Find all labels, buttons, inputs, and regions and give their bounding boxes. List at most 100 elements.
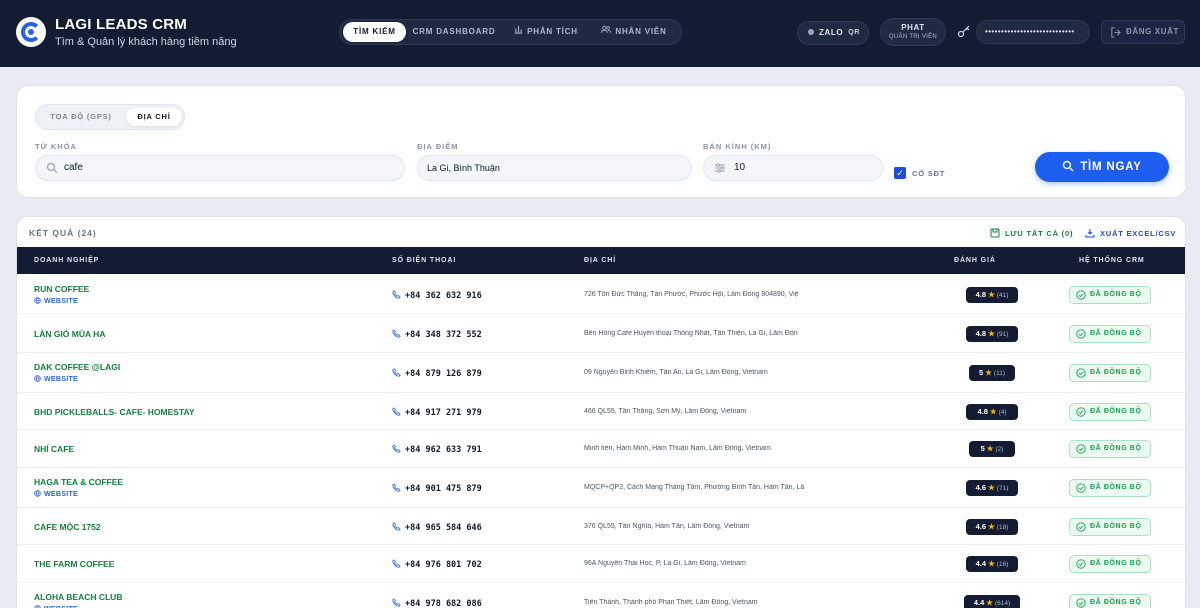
business-name[interactable]: RUN COFFEE — [34, 284, 89, 294]
crm-sync-badge[interactable]: ĐÃ ĐỒNG BỘ — [1069, 286, 1151, 304]
phone-number[interactable]: +84 901 475 879 — [392, 483, 482, 494]
logout-button[interactable]: ĐĂNG XUẤT — [1101, 20, 1185, 44]
business-name[interactable]: THE FARM COFFEE — [34, 559, 114, 569]
crm-sync-badge[interactable]: ĐÃ ĐỒNG BỘ — [1069, 403, 1151, 421]
phone-icon — [392, 290, 401, 299]
address-text: 726 Tôn Đức Thắng, Tân Phước, Phước Hội,… — [584, 291, 799, 298]
rating-badge: 4.8 ★ (41) — [966, 287, 1018, 303]
search-now-button[interactable]: TÌM NGAY — [1035, 152, 1169, 182]
phone-number[interactable]: +84 879 126 879 — [392, 368, 482, 379]
crm-sync-badge[interactable]: ĐÃ ĐỒNG BỘ — [1069, 325, 1151, 343]
rating-badge: 5 ★ (2) — [969, 441, 1015, 457]
col-address[interactable]: ĐỊA CHỈ — [584, 257, 616, 264]
mode-address[interactable]: ĐỊA CHỈ — [126, 108, 182, 126]
phone-icon — [392, 444, 401, 453]
results-panel: KẾT QUẢ (24) LƯU TẤT CẢ (0) XUẤT EXCEL/C… — [16, 216, 1186, 608]
crm-sync-badge[interactable]: ĐÃ ĐỒNG BỘ — [1069, 594, 1151, 608]
top-header: LAGI LEADS CRM Tìm & Quản lý khách hàng … — [0, 0, 1200, 67]
address-text: 96A Nguyễn Thái Học, P, La Gi, Lâm Đồng,… — [584, 560, 746, 567]
qr-label[interactable]: QR — [848, 22, 860, 44]
website-link[interactable]: WEBSITE — [34, 297, 78, 305]
col-rating[interactable]: ĐÁNH GIÁ — [954, 257, 996, 264]
crm-sync-badge[interactable]: ĐÃ ĐỒNG BỘ — [1069, 364, 1151, 382]
download-icon — [1085, 229, 1095, 238]
business-name[interactable]: CAFE MỘC 1752 — [34, 522, 101, 532]
star-icon: ★ — [986, 444, 994, 453]
mode-gps[interactable]: TỌA ĐỘ (GPS) — [40, 108, 122, 126]
tab-search[interactable]: TÌM KIẾM — [343, 22, 406, 42]
rating-badge: 4.8 ★ (91) — [966, 326, 1018, 342]
business-name[interactable]: NHÍ CAFE — [34, 444, 74, 454]
password-field[interactable]: •••••••••••••••••••••••••••• — [976, 20, 1090, 44]
check-circle-icon — [1076, 368, 1086, 378]
phone-number[interactable]: +84 962 633 791 — [392, 444, 482, 455]
status-dot — [808, 29, 814, 35]
user-menu[interactable]: PHAT QUẢN TRỊ VIÊN — [880, 18, 946, 46]
phone-icon — [392, 407, 401, 416]
users-icon — [601, 25, 612, 33]
table-row[interactable]: LÀN GIÓ MÙA HẠ +84 348 372 552 Bên Hông Ca… — [17, 314, 1185, 353]
radius-input[interactable]: 10 — [703, 155, 883, 181]
check-circle-icon — [1076, 559, 1086, 569]
rating-badge: 4.4 ★ (16) — [966, 556, 1018, 572]
phone-number[interactable]: +84 965 584 646 — [392, 522, 482, 533]
results-title: KẾT QUẢ (24) — [29, 228, 97, 238]
business-name[interactable]: BHD PICKLEBALLS- CAFE- HOMESTAY — [34, 407, 195, 417]
table-row[interactable]: CAFE MỘC 1752 +84 965 584 646 376 QL55, Tâ… — [17, 508, 1185, 545]
phone-number[interactable]: +84 976 801 702 — [392, 559, 482, 570]
check-circle-icon — [1076, 407, 1086, 417]
address-text: Bên Hông Cafe Huyền thoại Thống Nhất, Tâ… — [584, 330, 798, 337]
crm-sync-badge[interactable]: ĐÃ ĐỒNG BỘ — [1069, 440, 1151, 458]
tab-analytics[interactable]: PHÂN TÍCH — [508, 22, 584, 42]
table-row[interactable]: BHD PICKLEBALLS- CAFE- HOMESTAY +84 917 2… — [17, 393, 1185, 430]
save-icon — [990, 228, 1000, 238]
crm-sync-badge[interactable]: ĐÃ ĐỒNG BỘ — [1069, 518, 1151, 536]
search-panel: TỌA ĐỘ (GPS) ĐỊA CHỈ TỪ KHÓA ĐỊA ĐIỂM BÁ… — [16, 85, 1186, 198]
phone-icon — [392, 368, 401, 377]
rating-badge: 4.6 ★ (18) — [966, 519, 1018, 535]
business-name[interactable]: DAK COFFEE @LAGI — [34, 362, 120, 372]
col-crm[interactable]: HỆ THỐNG CRM — [1079, 257, 1145, 264]
table-row[interactable]: DAK COFFEE @LAGI WEBSITE +84 879 126 879 09… — [17, 353, 1185, 393]
crm-sync-badge[interactable]: ĐÃ ĐỒNG BỘ — [1069, 479, 1151, 497]
tab-crm-dashboard[interactable]: CRM DASHBOARD — [410, 22, 498, 42]
star-icon: ★ — [988, 559, 995, 568]
tab-staff[interactable]: NHÂN VIÊN — [594, 22, 674, 42]
table-row[interactable]: RUN COFFEE WEBSITE +84 362 632 916 726 Tôn … — [17, 275, 1185, 314]
phone-number[interactable]: +84 362 632 916 — [392, 290, 482, 301]
phone-number[interactable]: +84 917 271 979 — [392, 407, 482, 418]
business-name[interactable]: ALOHA BEACH CLUB — [34, 592, 122, 602]
user-name: PHAT — [901, 23, 925, 32]
check-circle-icon — [1076, 598, 1086, 608]
location-input[interactable]: La Gi, Bình Thuận — [417, 155, 692, 181]
table-row[interactable]: HAGA TEA & COFFEE WEBSITE +84 901 475 879 M… — [17, 468, 1185, 508]
rating-badge: 4.8 ★ (4) — [966, 404, 1018, 420]
keyword-input[interactable]: cafe — [35, 155, 405, 181]
radius-label: BÁN KÍNH (KM) — [703, 142, 772, 151]
check-circle-icon — [1076, 483, 1086, 493]
business-name[interactable]: HAGA TEA & COFFEE — [34, 477, 123, 487]
table-row[interactable]: THE FARM COFFEE +84 976 801 702 96A Nguyễn… — [17, 545, 1185, 583]
key-icon — [957, 25, 970, 38]
col-phone[interactable]: SỐ ĐIỆN THOẠI — [392, 257, 456, 264]
has-phone-checkbox[interactable]: ✓ — [894, 167, 906, 179]
star-icon: ★ — [985, 368, 992, 377]
star-icon: ★ — [988, 290, 995, 299]
phone-number[interactable]: +84 348 372 552 — [392, 329, 482, 340]
website-link[interactable]: WEBSITE — [34, 375, 78, 383]
table-row[interactable]: ALOHA BEACH CLUBWEBSITE+84 978 682 086Ti… — [17, 583, 1185, 608]
zalo-status-button[interactable]: ZALO QR — [797, 21, 869, 45]
keyword-label: TỪ KHÓA — [35, 142, 77, 151]
brand-subtitle: Tìm & Quản lý khách hàng tiềm năng — [55, 36, 237, 48]
table-row[interactable]: NHÍ CAFE +84 962 633 791 Minh tiến, Hàm Mi… — [17, 430, 1185, 468]
crm-sync-badge[interactable]: ĐÃ ĐỒNG BỘ — [1069, 555, 1151, 573]
search-icon — [1063, 160, 1074, 172]
export-csv-button[interactable]: XUẤT EXCEL/CSV — [1085, 228, 1176, 238]
save-all-button[interactable]: LƯU TẤT CẢ (0) — [990, 228, 1073, 238]
business-name[interactable]: LÀN GIÓ MÙA HẠ — [34, 329, 105, 339]
website-link[interactable]: WEBSITE — [34, 490, 78, 498]
check-circle-icon — [1076, 522, 1086, 532]
col-business[interactable]: DOANH NGHIỆP — [34, 257, 99, 264]
user-role: QUẢN TRỊ VIÊN — [888, 34, 938, 40]
phone-number[interactable]: +84 978 682 086 — [392, 598, 482, 608]
